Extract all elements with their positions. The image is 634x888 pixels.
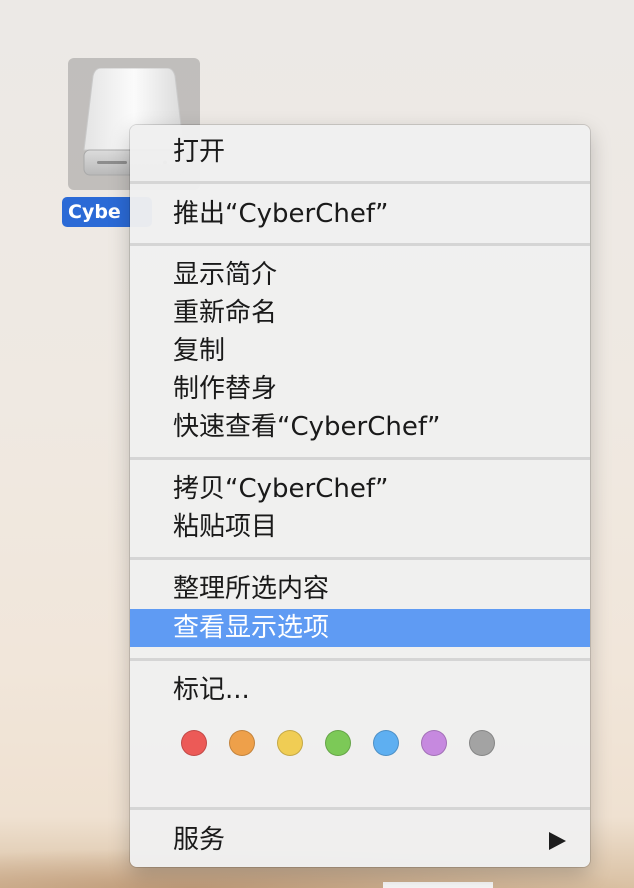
menu-separator xyxy=(130,807,590,810)
tag-red-swatch[interactable] xyxy=(181,730,207,756)
menu-item-open[interactable]: 打开 xyxy=(130,133,590,171)
menu-item-services-label: 服务 xyxy=(173,825,226,855)
menu-item-copy[interactable]: 拷贝“CyberChef” xyxy=(130,470,590,508)
menu-item-tags[interactable]: 标记... xyxy=(130,671,590,709)
menu-item-get-info[interactable]: 显示简介 xyxy=(130,256,590,294)
tag-blue-swatch[interactable] xyxy=(373,730,399,756)
menu-separator xyxy=(130,457,590,460)
menu-item-clean-up[interactable]: 整理所选内容 xyxy=(130,570,590,608)
tag-green-swatch[interactable] xyxy=(325,730,351,756)
menu-item-paste[interactable]: 粘贴项目 xyxy=(130,508,590,546)
dock-edge xyxy=(383,882,493,888)
tag-purple-swatch[interactable] xyxy=(421,730,447,756)
tag-yellow-swatch[interactable] xyxy=(277,730,303,756)
menu-separator xyxy=(130,243,590,246)
menu-item-view-options[interactable]: 查看显示选项 xyxy=(130,609,590,647)
menu-item-rename[interactable]: 重新命名 xyxy=(130,294,590,332)
menu-item-quick-look[interactable]: 快速查看“CyberChef” xyxy=(130,408,590,446)
menu-item-eject[interactable]: 推出“CyberChef” xyxy=(130,195,590,233)
menu-separator xyxy=(130,557,590,560)
menu-item-make-alias[interactable]: 制作替身 xyxy=(130,370,590,408)
context-menu: 打开 推出“CyberChef” 显示简介 重新命名 复制 制作替身 快速查看“… xyxy=(130,125,590,867)
menu-item-services[interactable]: 服务 xyxy=(130,821,590,859)
tag-orange-swatch[interactable] xyxy=(229,730,255,756)
menu-separator xyxy=(130,658,590,661)
menu-separator xyxy=(130,181,590,184)
menu-item-duplicate[interactable]: 复制 xyxy=(130,332,590,370)
tag-gray-swatch[interactable] xyxy=(469,730,495,756)
submenu-arrow-icon xyxy=(549,832,566,850)
